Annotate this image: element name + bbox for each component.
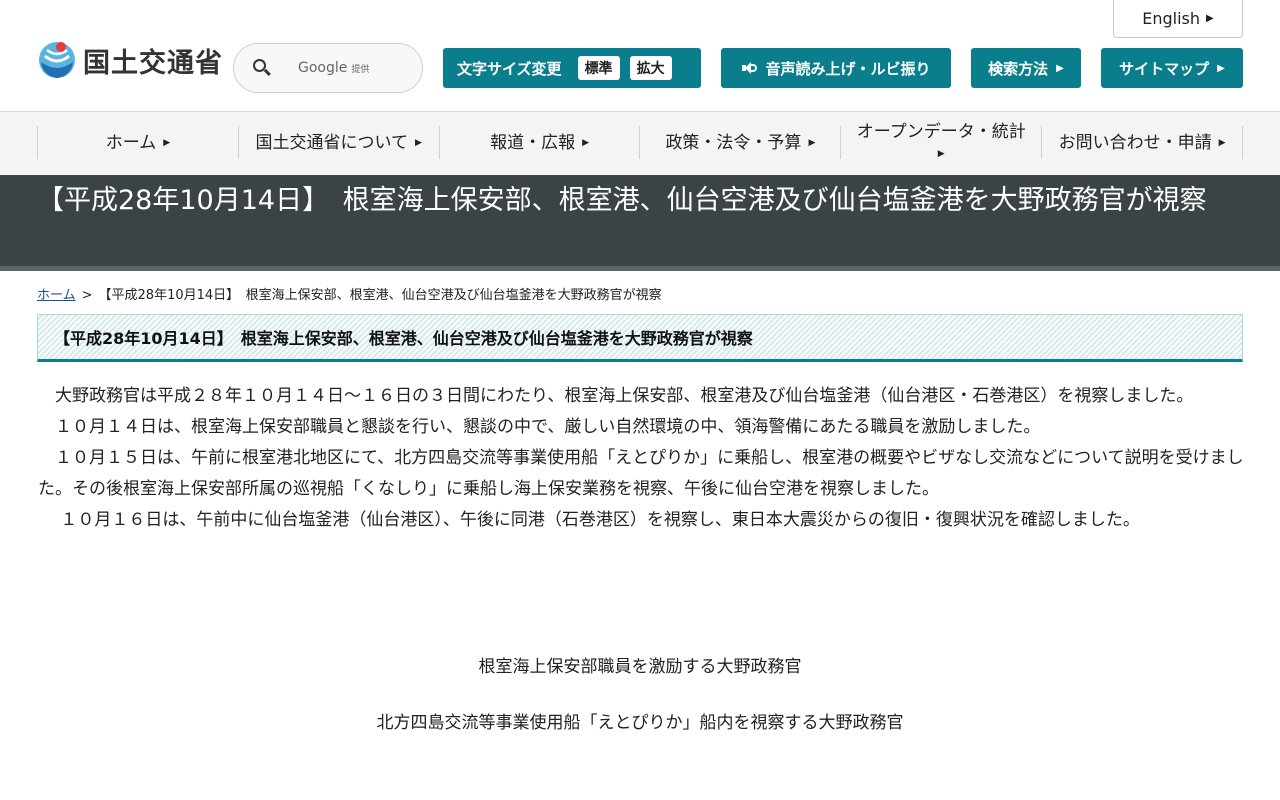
site-header: English ▶ 国土交通省 Google 提供 文字サイズ変更 標準 拡大 音… [0, 0, 1280, 112]
search-brand-suffix: 提供 [351, 65, 370, 75]
nav-item-label: お問い合わせ・申請 [1058, 132, 1212, 153]
nav-item-home[interactable]: ホーム ▶ [37, 126, 238, 159]
english-button[interactable]: English ▶ [1113, 0, 1243, 38]
triangle-right-icon: ▶ [582, 137, 590, 148]
sitemap-button[interactable]: サイトマップ ▶ [1101, 48, 1243, 88]
triangle-right-icon: ▶ [1056, 62, 1064, 74]
breadcrumb-separator: > [81, 288, 93, 303]
global-nav: ホーム ▶ 国土交通省について ▶ 報道・広報 ▶ 政策・法令・予算 ▶ オープンデータ… [0, 112, 1280, 175]
triangle-right-icon: ▶ [1206, 13, 1214, 24]
font-size-control: 文字サイズ変更 標準 拡大 [443, 48, 701, 88]
site-search[interactable]: Google 提供 [233, 43, 423, 93]
mlit-logo-icon [39, 42, 75, 78]
font-size-large-button[interactable]: 拡大 [629, 56, 672, 80]
triangle-right-icon: ▶ [415, 137, 422, 148]
search-method-label: 検索方法 [988, 59, 1049, 78]
triangle-right-icon: ▶ [937, 148, 945, 159]
site-logo[interactable]: 国土交通省 [37, 38, 223, 82]
article-paragraph: １０月１４日は、根室海上保安部職員と懇談を行い、懇談の中で、厳しい自然環境の中、… [38, 417, 1041, 437]
nav-item-press[interactable]: 報道・広報 ▶ [438, 126, 640, 159]
search-method-button[interactable]: 検索方法 ▶ [971, 48, 1081, 88]
section-heading: 【平成28年10月14日】 根室海上保安部、根室港、仙台空港及び仙台塩釜港を大野… [37, 314, 1243, 362]
search-icon[interactable] [252, 58, 272, 78]
nav-item-policy[interactable]: 政策・法令・予算 ▶ [639, 126, 840, 159]
nav-item-label: 報道・広報 [490, 132, 576, 153]
triangle-right-icon: ▶ [1217, 62, 1225, 74]
triangle-right-icon: ▶ [1218, 137, 1226, 148]
breadcrumb-current: 【平成28年10月14日】 根室海上保安部、根室港、仙台空港及び仙台塩釜港を大野… [98, 288, 662, 303]
section-heading-text: 【平成28年10月14日】 根室海上保安部、根室港、仙台空港及び仙台塩釜港を大野… [54, 329, 753, 348]
triangle-right-icon: ▶ [808, 137, 816, 148]
article-paragraph: １０月１５日は、午前に根室港北地区にて、北方四島交流等事業使用船「えとぴりか」に… [38, 448, 1244, 499]
search-input[interactable]: Google 提供 [298, 60, 369, 76]
article-body: 大野政務官は平成２８年１０月１４日～１６日の３日間にわたり、根室海上保安部、根室… [38, 381, 1246, 536]
font-size-standard-button[interactable]: 標準 [577, 56, 620, 80]
nav-item-contact[interactable]: お問い合わせ・申請 ▶ [1041, 126, 1243, 159]
photo-caption: 北方四島交流等事業使用船「えとぴりか」船内を視察する大野政務官 [376, 713, 904, 733]
english-label: English [1142, 9, 1201, 28]
breadcrumb-home-link[interactable]: ホーム [37, 288, 76, 303]
nav-item-label: 政策・法令・予算 [665, 132, 802, 153]
article-paragraph: 大野政務官は平成２８年１０月１４日～１６日の３日間にわたり、根室海上保安部、根室… [38, 386, 1194, 406]
nav-item-open-data[interactable]: オープンデータ・統計 ▶ [840, 122, 1041, 159]
article-paragraph: １０月１６日は、午前中に仙台塩釜港（仙台港区）、午後に同港（石巻港区）を視察し、… [38, 510, 1140, 530]
page-title-band: 【平成28年10月14日】 根室海上保安部、根室港、仙台空港及び仙台塩釜港を大野… [0, 175, 1280, 271]
font-size-label: 文字サイズ変更 [457, 59, 562, 78]
photo-caption: 根室海上保安部職員を激励する大野政務官 [478, 657, 802, 677]
photo-captions: 根室海上保安部職員を激励する大野政務官 北方四島交流等事業使用船「えとぴりか」船… [0, 651, 1280, 739]
sitemap-label: サイトマップ [1119, 59, 1210, 78]
nav-item-label: 国土交通省について [255, 132, 409, 153]
breadcrumb: ホーム > 【平成28年10月14日】 根室海上保安部、根室港、仙台空港及び仙台塩釜… [37, 284, 662, 303]
nav-item-about[interactable]: 国土交通省について ▶ [237, 126, 439, 159]
triangle-right-icon: ▶ [163, 137, 171, 148]
page-title: 【平成28年10月14日】 根室海上保安部、根室港、仙台空港及び仙台塩釜港を大野… [37, 185, 1207, 216]
voice-ruby-label: 音声読み上げ・ルビ振り [765, 59, 931, 78]
nav-item-label: オープンデータ・統計 [856, 121, 1026, 142]
voice-ruby-button[interactable]: 音声読み上げ・ルビ振り [721, 48, 951, 88]
search-brand: Google [298, 60, 348, 76]
nav-item-label: ホーム [105, 132, 157, 153]
logo-text: 国土交通省 [83, 47, 223, 79]
speaker-icon [741, 60, 758, 76]
